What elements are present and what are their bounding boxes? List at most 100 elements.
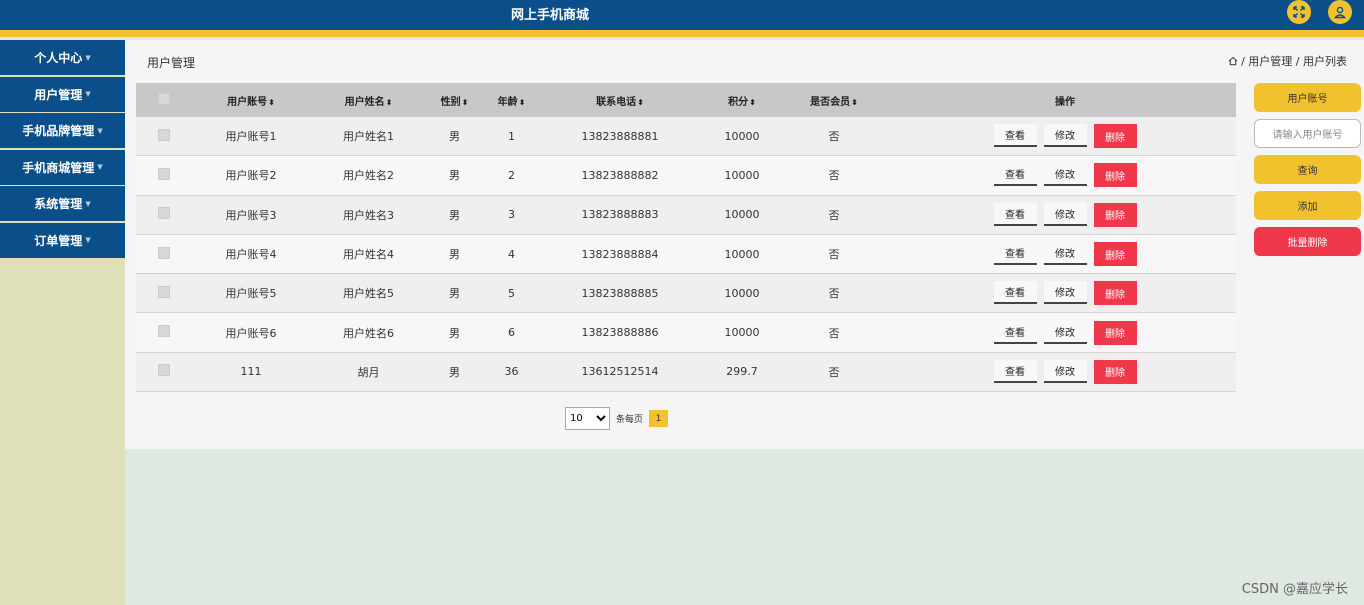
row-checkbox[interactable] [157,128,170,141]
table-row: 用户账号4 用户姓名4 男 4 13823888884 10000 否 查看 修改 删除 [136,234,1236,275]
cell-ops: 查看 修改 删除 [884,281,1236,306]
view-button[interactable]: 查看 [993,242,1037,266]
edit-button[interactable]: 修改 [1043,242,1087,266]
table-row: 用户账号1 用户姓名1 男 1 13823888881 10000 否 查看 修改 删除 [136,117,1236,157]
delete-button[interactable]: 删除 [1093,202,1137,227]
main-panel: 用户管理 / 用户管理 / 用户列表 用户账号⬍ 用户姓名⬍ 性别⬍ 年龄⬍ 联… [125,40,1364,449]
cell-gender: 男 [449,208,460,222]
view-button[interactable]: 查看 [993,320,1037,344]
cell-phone: 13823888883 [581,208,659,222]
cell-name: 用户姓名3 [343,208,394,222]
col-vip[interactable]: 是否会员⬍ [784,93,884,108]
query-button[interactable]: 查询 [1254,155,1361,184]
chevron-down-icon: ▼ [85,236,91,244]
col-points-label: 积分 [728,96,749,108]
cell-points: 299.7 [726,365,758,379]
col-gender[interactable]: 性别⬍ [426,93,483,108]
user-table: 用户账号⬍ 用户姓名⬍ 性别⬍ 年龄⬍ 联系电话⬍ 积分⬍ 是否会员⬍ 操作 用… [136,83,1236,393]
view-button[interactable]: 查看 [993,202,1037,226]
cell-account: 用户账号2 [225,169,277,183]
cell-points: 10000 [724,326,760,340]
sidebar-item-order-management[interactable]: 订单管理 ▼ [0,222,125,258]
user-button[interactable] [1328,0,1352,24]
cell-vip: 否 [828,287,840,301]
col-age[interactable]: 年龄⬍ [483,93,540,108]
row-checkbox[interactable] [157,285,170,298]
cell-vip: 否 [828,248,840,262]
chevron-down-icon: ▼ [97,126,103,135]
cell-account: 用户账号1 [225,130,277,144]
breadcrumb: / 用户管理 / 用户列表 [1228,53,1347,69]
cell-phone: 13823888881 [581,129,659,143]
cell-name: 用户姓名1 [343,130,394,144]
col-phone[interactable]: 联系电话⬍ [540,93,700,108]
cell-vip: 否 [828,326,840,340]
cell-points: 10000 [724,168,760,182]
col-name[interactable]: 用户姓名⬍ [311,93,426,108]
chevron-down-icon: ▼ [85,53,91,62]
edit-button[interactable]: 修改 [1043,124,1087,148]
sidebar-item-label: 系统管理 [34,197,83,211]
sort-icon: ⬍ [385,97,393,107]
edit-button[interactable]: 修改 [1043,281,1087,305]
row-select-cell [136,128,191,144]
search-panel: 用户账号 请输入用户账号 查询 添加 批量删除 [1254,83,1361,263]
cell-age: 5 [508,286,515,300]
sidebar-item-personal-center[interactable]: 个人中心 ▼ [0,40,125,75]
cell-age: 2 [508,168,515,182]
table-row: 111 胡月 男 36 13612512514 299.7 否 查看 修改 删除 [136,352,1236,393]
cell-phone: 13823888884 [581,247,659,261]
add-button[interactable]: 添加 [1254,191,1361,220]
search-field-label: 用户账号 [1254,83,1361,112]
sidebar: 个人中心 ▼ 用户管理 ▼ 手机品牌管理 ▼ 手机商城管理 ▼ 系统管理 ▼ 订单管理 ▼ [0,40,125,605]
edit-button[interactable]: 修改 [1043,202,1087,226]
sort-icon: ⬍ [749,97,756,107]
row-checkbox[interactable] [157,167,170,180]
cell-gender: 男 [449,287,460,301]
delete-button[interactable]: 删除 [1093,163,1137,188]
cell-name: 用户姓名2 [343,169,394,183]
edit-button[interactable]: 修改 [1043,320,1087,344]
delete-button[interactable]: 删除 [1093,281,1137,306]
cell-phone: 13823888885 [581,286,659,300]
fullscreen-button[interactable] [1287,0,1311,24]
home-icon[interactable] [1228,56,1238,66]
col-account-label: 用户账号 [227,96,268,108]
delete-button[interactable]: 删除 [1093,242,1137,267]
cell-points: 10000 [724,286,760,300]
cell-gender: 男 [449,248,460,262]
sidebar-item-store-management[interactable]: 手机商城管理 ▼ [0,149,125,185]
account-search-input[interactable]: 请输入用户账号 [1254,119,1361,148]
page-size-select[interactable]: 10 [565,407,610,430]
row-select-cell [136,207,191,222]
sidebar-item-brand-management[interactable]: 手机品牌管理 ▼ [0,113,125,148]
page-number-button[interactable]: 1 [649,410,669,427]
view-button[interactable]: 查看 [993,124,1037,148]
table-row: 用户账号2 用户姓名2 男 2 13823888882 10000 否 查看 修改 删除 [136,156,1236,196]
cell-phone: 13823888886 [581,326,659,340]
col-points[interactable]: 积分⬍ [700,93,784,108]
cell-account: 用户账号4 [225,248,277,262]
edit-button[interactable]: 修改 [1043,359,1087,383]
delete-button[interactable]: 删除 [1093,320,1137,345]
view-button[interactable]: 查看 [993,281,1037,305]
row-checkbox[interactable] [157,246,170,259]
edit-button[interactable]: 修改 [1043,163,1087,187]
view-button[interactable]: 查看 [993,163,1037,187]
delete-button[interactable]: 删除 [1093,359,1137,384]
cell-age: 36 [504,365,519,379]
expand-arrows-icon [1293,6,1305,18]
col-account[interactable]: 用户账号⬍ [191,93,311,108]
row-checkbox[interactable] [157,207,170,220]
cell-gender: 男 [449,169,460,183]
select-all-checkbox[interactable] [157,92,170,105]
sidebar-item-system-management[interactable]: 系统管理 ▼ [0,186,125,221]
sidebar-item-user-management[interactable]: 用户管理 ▼ [0,76,125,112]
delete-button[interactable]: 删除 [1093,124,1137,149]
cell-age: 4 [508,247,515,261]
row-checkbox[interactable] [157,325,170,338]
row-checkbox[interactable] [157,364,170,377]
view-button[interactable]: 查看 [993,359,1037,383]
batch-delete-button[interactable]: 批量删除 [1254,227,1361,256]
table-row: 用户账号5 用户姓名5 男 5 13823888885 10000 否 查看 修改 删除 [136,274,1236,314]
